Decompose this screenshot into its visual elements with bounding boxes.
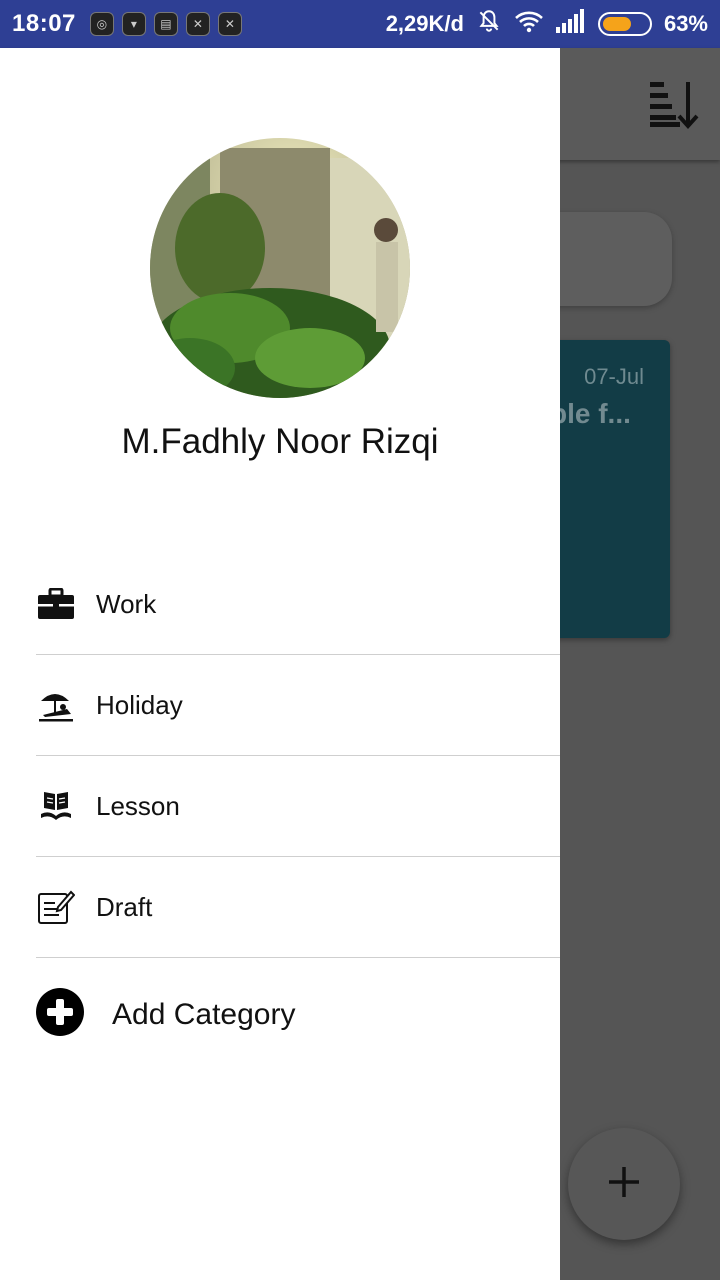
signal-icon: [555, 9, 586, 39]
category-menu: Work Holiday Lesson Draft: [36, 554, 560, 958]
draft-edit-icon: [36, 887, 76, 927]
user-name: M.Fadhly Noor Rizqi: [121, 422, 439, 461]
menu-item-label: Holiday: [96, 689, 183, 720]
app-icon-4: ✕: [185, 12, 210, 36]
app-icon-2: ▾: [121, 12, 146, 36]
app-icon-1: ◎: [89, 12, 114, 36]
add-note-fab: [568, 1128, 680, 1240]
note-card-title: ple f...: [550, 398, 631, 429]
app-icon-5: ✕: [217, 12, 242, 36]
briefcase-icon: [36, 584, 76, 624]
beach-umbrella-icon: [36, 685, 76, 725]
navigation-drawer: M.Fadhly Noor Rizqi Work Holiday Lesson …: [0, 48, 560, 1280]
note-card-date: 07-Jul: [584, 364, 644, 389]
menu-item-label: Draft: [96, 891, 153, 922]
wifi-icon: [514, 8, 544, 40]
plus-icon: [607, 1165, 641, 1204]
app-icon-3: ▤: [153, 12, 178, 36]
menu-item-lesson[interactable]: Lesson: [36, 756, 560, 857]
avatar[interactable]: [150, 138, 410, 398]
add-circle-icon: [36, 988, 84, 1041]
battery-percent: 63%: [663, 11, 708, 36]
menu-item-holiday[interactable]: Holiday: [36, 655, 560, 756]
status-time: 18:07: [12, 10, 76, 37]
mute-icon: [476, 8, 502, 40]
book-icon: [36, 786, 76, 826]
add-category-button[interactable]: Add Category: [36, 988, 295, 1041]
network-speed: 2,29K/d: [385, 11, 464, 36]
status-right: 2,29K/d 63%: [386, 8, 708, 40]
battery-icon: [597, 12, 652, 36]
menu-item-work[interactable]: Work: [36, 554, 560, 655]
sort-icon[interactable]: [648, 78, 702, 130]
status-bar: 18:07 ◎ ▾ ▤ ✕ ✕ 2,29K/d 63%: [0, 0, 720, 48]
menu-item-label: Work: [96, 588, 157, 619]
menu-item-label: Lesson: [96, 790, 180, 821]
menu-item-draft[interactable]: Draft: [36, 857, 560, 958]
notification-icons: ◎ ▾ ▤ ✕ ✕: [89, 12, 242, 36]
add-category-label: Add Category: [112, 997, 296, 1031]
battery-fill: [602, 17, 631, 31]
